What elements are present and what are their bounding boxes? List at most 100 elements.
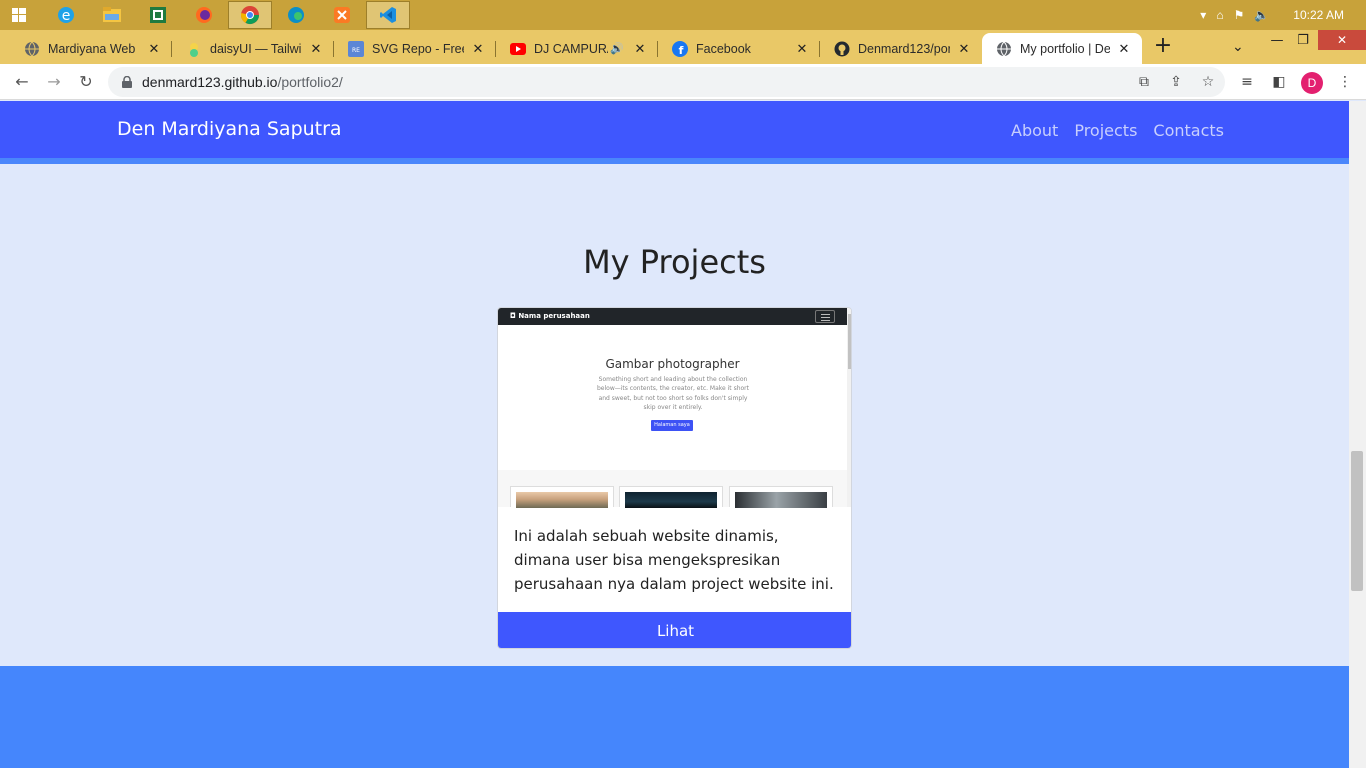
restore-window-button[interactable]: ❐ (1292, 30, 1314, 50)
browser-toolbar: ← → ↻ denmard123.github.io/portfolio2/ ⧉… (0, 64, 1366, 100)
windows-start-button[interactable] (0, 1, 38, 29)
preview-button: Halaman saya (651, 420, 693, 431)
media-control-icon[interactable]: ≡ (1238, 73, 1256, 91)
audio-playing-icon[interactable]: 🔊 (610, 42, 626, 55)
back-arrow-icon[interactable]: ← (12, 72, 32, 92)
close-tab-icon[interactable]: ✕ (470, 41, 486, 57)
facebook-icon: f (672, 40, 688, 57)
youtube-icon (510, 41, 526, 57)
taskbar-internet-explorer[interactable]: e (44, 1, 88, 29)
nav-link-contacts[interactable]: Contacts (1153, 121, 1224, 140)
nav-link-about[interactable]: About (1011, 121, 1058, 140)
close-tab-icon[interactable]: ✕ (1116, 41, 1132, 57)
tab-title: My portfolio | Den (1020, 41, 1110, 56)
clock[interactable]: 10:22 AM (1293, 8, 1344, 22)
taskbar-firefox[interactable] (182, 1, 226, 29)
windows-taskbar: e ▾ ⌂ ⚑ 🔈 10:22 AM (0, 0, 1366, 30)
tab-title: daisyUI — Tailwind (210, 41, 302, 56)
preview-navbar: ◘ Nama perusahaan (498, 308, 847, 325)
preview-hero: Gambar photographer Something short and … (498, 325, 847, 470)
volume-icon[interactable]: 🔈 (1254, 8, 1269, 22)
preview-thumbnail (510, 486, 614, 508)
globe-icon (24, 41, 40, 57)
web-page: Den Mardiyana Saputra About Projects Con… (0, 101, 1349, 768)
taskbar-file-explorer[interactable] (90, 1, 134, 29)
flag-icon[interactable]: ⚑ (1234, 8, 1245, 22)
close-tab-icon[interactable]: ✕ (956, 41, 972, 57)
network-icon[interactable]: ⌂ (1216, 8, 1223, 22)
reload-icon[interactable]: ↻ (76, 72, 96, 92)
chrome-icon (240, 6, 259, 25)
taskbar-xampp[interactable] (320, 1, 364, 29)
scrollbar-thumb[interactable] (1351, 451, 1363, 591)
close-tab-icon[interactable]: ✕ (308, 41, 324, 57)
nav-link-projects[interactable]: Projects (1074, 121, 1137, 140)
forward-arrow-icon[interactable]: → (44, 72, 64, 92)
tab-title: Denmard123/port (858, 41, 950, 56)
folder-icon (103, 7, 121, 22)
page-scrollbar[interactable] (1349, 101, 1366, 768)
side-panel-icon[interactable]: ◧ (1270, 73, 1288, 91)
taskbar-excel[interactable] (136, 1, 180, 29)
tab-title: Mardiyana Web (48, 41, 136, 56)
tab-facebook[interactable]: f Facebook ✕ (658, 33, 820, 64)
edge-icon (288, 7, 304, 23)
svg-text:RE: RE (352, 47, 360, 54)
tab-github[interactable]: Denmard123/port ✕ (820, 33, 982, 64)
tab-dj-campuran[interactable]: DJ CAMPURAN 🔊 ✕ (496, 33, 658, 64)
firefox-icon (196, 7, 212, 23)
tab-svg-repo[interactable]: RE SVG Repo - Free S ✕ (334, 33, 496, 64)
project-card: ◘ Nama perusahaan Gambar photographer So… (497, 307, 852, 649)
address-bar[interactable]: denmard123.github.io/portfolio2/ (108, 67, 1225, 97)
excel-icon (150, 7, 166, 23)
globe-icon (996, 41, 1012, 57)
tab-search-chevron-icon[interactable]: ⌄ (1232, 39, 1244, 55)
taskbar-chrome[interactable] (228, 1, 272, 29)
nav-links: About Projects Contacts (1011, 121, 1224, 140)
close-tab-icon[interactable]: ✕ (794, 41, 810, 57)
share-icon[interactable]: ⇪ (1167, 73, 1185, 91)
close-tab-icon[interactable]: ✕ (632, 41, 648, 57)
project-preview-image: ◘ Nama perusahaan Gambar photographer So… (498, 308, 851, 508)
tray-chevron-up-icon[interactable]: ▾ (1200, 8, 1206, 22)
preview-scrollbar (847, 308, 851, 507)
svg-text:e: e (62, 8, 71, 24)
taskbar-vscode[interactable] (366, 1, 410, 29)
hamburger-menu-icon (815, 310, 835, 323)
url-path: /portfolio2/ (277, 74, 343, 90)
close-tab-icon[interactable]: ✕ (146, 41, 162, 57)
windows-logo-icon (12, 8, 26, 22)
profile-avatar[interactable]: D (1301, 72, 1323, 94)
taskbar-edge[interactable] (274, 1, 318, 29)
site-brand[interactable]: Den Mardiyana Saputra (117, 118, 342, 140)
tab-daisyui[interactable]: daisyUI — Tailwind ✕ (172, 33, 334, 64)
view-project-button[interactable]: Lihat (498, 612, 851, 648)
xampp-icon (334, 7, 350, 23)
translate-icon[interactable]: ⧉ (1135, 73, 1153, 91)
close-window-button[interactable]: ✕ (1318, 30, 1366, 50)
url-host: denmard123.github.io (142, 74, 278, 90)
internet-explorer-icon: e (58, 7, 74, 24)
tab-title: SVG Repo - Free S (372, 41, 464, 56)
project-description: Ini adalah sebuah website dinamis, diman… (514, 527, 834, 593)
system-tray: ▾ ⌂ ⚑ 🔈 10:22 AM (1200, 0, 1366, 30)
preview-text: Something short and leading about the co… (597, 376, 749, 412)
minimize-window-button[interactable]: — (1266, 30, 1288, 50)
site-navbar: Den Mardiyana Saputra About Projects Con… (0, 101, 1349, 158)
lock-icon[interactable] (122, 76, 132, 88)
preview-gallery (498, 470, 847, 508)
tab-title: Facebook (696, 41, 751, 56)
new-tab-button[interactable]: + (1152, 35, 1174, 58)
daisyui-icon (186, 41, 202, 57)
vscode-icon (380, 7, 396, 23)
tab-mardiyana-web[interactable]: Mardiyana Web ✕ (10, 33, 172, 64)
svgrepo-icon: RE (348, 40, 364, 57)
bookmark-star-icon[interactable]: ☆ (1199, 73, 1217, 91)
section-title: My Projects (583, 243, 766, 281)
preview-title: Gambar photographer (605, 357, 740, 371)
preview-thumbnail (619, 486, 723, 508)
tab-my-portfolio[interactable]: My portfolio | Den ✕ (982, 33, 1142, 64)
footer-section (0, 666, 1349, 768)
more-menu-icon[interactable]: ⋮ (1336, 73, 1354, 91)
svg-text:f: f (679, 44, 684, 57)
